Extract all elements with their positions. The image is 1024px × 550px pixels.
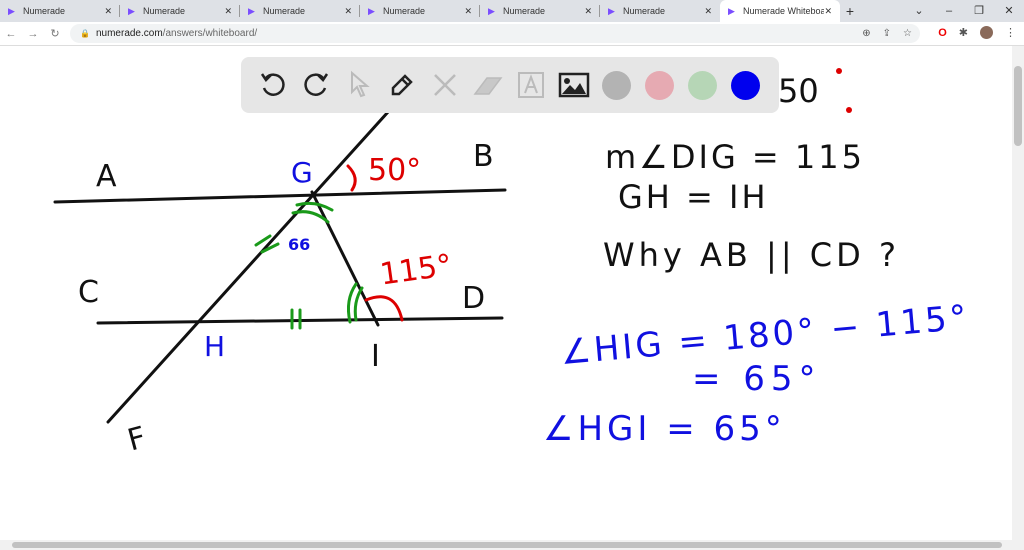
given-angle-egb: 50 [778, 72, 819, 110]
numerade-logo-icon: ▶ [728, 5, 735, 16]
given-angle-dig: m∠DIG = 115 [605, 138, 865, 176]
whiteboard-toolbar [241, 57, 779, 113]
label-66: 66 [288, 235, 310, 254]
pen-button[interactable] [380, 65, 423, 105]
tab[interactable]: ▶ Numerade ✕ [600, 0, 720, 22]
minimize-button[interactable]: – [934, 0, 964, 22]
select-button[interactable] [337, 65, 380, 105]
label-b: B [473, 139, 494, 174]
pen-icon [391, 74, 413, 96]
close-tab-icon[interactable]: ✕ [224, 6, 232, 17]
work-line-3: ∠HGI = 65° [543, 409, 786, 449]
label-c: C [78, 275, 99, 310]
label-d: D [462, 281, 485, 316]
numerade-logo-icon: ▶ [488, 5, 495, 16]
undo-button[interactable] [251, 65, 294, 105]
numerade-logo-icon: ▶ [248, 5, 255, 16]
angle-arc-i2 [353, 286, 364, 322]
numerade-logo-icon: ▶ [128, 5, 135, 16]
close-tab-icon[interactable]: ✕ [584, 6, 592, 17]
image-button[interactable] [552, 65, 595, 105]
text-button[interactable] [509, 65, 552, 105]
tab[interactable]: ▶ Numerade ✕ [480, 0, 600, 22]
tools-button[interactable] [423, 65, 466, 105]
tab-search-icon[interactable]: ⌄ [904, 0, 934, 22]
transversal-line [106, 110, 390, 424]
extensions-puzzle-icon[interactable]: ✱ [959, 26, 968, 39]
share-icon[interactable]: ⇪ [883, 28, 891, 39]
url-input[interactable]: 🔒 numerade.com/answers/whiteboard/ ⊕ ⇪ ☆ [70, 24, 920, 43]
label-50: 50° [368, 153, 421, 188]
given-gh-ih: GH = IH [618, 178, 769, 216]
color-gray-swatch[interactable] [602, 70, 631, 100]
label-i: I [371, 339, 380, 374]
line-ab [53, 188, 507, 204]
label-115: 115° [378, 248, 454, 293]
tab-active[interactable]: ▶Numerade Whiteboard✕ [720, 0, 840, 22]
label-a: A [96, 159, 117, 194]
tab[interactable]: ▶ Numerade ✕ [360, 0, 480, 22]
tab[interactable]: ▶ Numerade ✕ [0, 0, 120, 22]
profile-avatar[interactable] [980, 26, 993, 39]
color-pink-swatch[interactable] [645, 70, 674, 100]
close-tab-icon[interactable]: ✕ [464, 6, 472, 17]
whiteboard-canvas[interactable]: A B C D F I G H 66 50° 115° 50 m∠DIG = 1… [0, 46, 1012, 540]
label-g: G [291, 156, 313, 189]
label-f: F [124, 420, 150, 458]
horizontal-scrollbar[interactable] [0, 540, 1024, 550]
undo-icon [260, 73, 285, 96]
reload-button[interactable]: ↻ [44, 27, 66, 40]
close-tab-icon[interactable]: ✕ [344, 6, 352, 17]
eraser-button[interactable] [466, 65, 509, 105]
degree-dot [846, 107, 852, 113]
tab[interactable]: ▶ Numerade ✕ [240, 0, 360, 22]
vertical-scrollbar[interactable] [1012, 46, 1024, 540]
opera-extension-icon[interactable]: O [938, 27, 947, 39]
scrollbar-thumb[interactable] [12, 542, 1002, 548]
numerade-logo-icon: ▶ [608, 5, 615, 16]
segment-gi [310, 190, 380, 327]
numerade-logo-icon: ▶ [8, 5, 15, 16]
close-tab-icon[interactable]: ✕ [824, 6, 832, 17]
redo-icon [303, 73, 328, 96]
angle-arc-50 [346, 164, 357, 192]
close-window-button[interactable]: ✕ [994, 0, 1024, 22]
scrollbar-thumb[interactable] [1014, 66, 1022, 146]
tools-icon [433, 74, 456, 96]
lock-icon: 🔒 [80, 29, 90, 38]
question-text: Why AB || CD ? [603, 236, 900, 274]
color-blue-swatch[interactable] [731, 70, 760, 100]
close-tab-icon[interactable]: ✕ [704, 6, 712, 17]
new-tab-button[interactable]: + [840, 0, 860, 22]
close-tab-icon[interactable]: ✕ [104, 6, 112, 17]
maximize-button[interactable]: ❐ [964, 0, 994, 22]
bookmark-star-icon[interactable]: ☆ [903, 28, 912, 39]
menu-kebab-icon[interactable]: ⋮ [1005, 26, 1016, 39]
back-button[interactable]: ← [0, 28, 22, 40]
text-icon [517, 72, 544, 98]
address-bar-row: ← → ↻ 🔒 numerade.com/answers/whiteboard/… [0, 22, 1024, 46]
forward-button[interactable]: → [22, 28, 44, 40]
eraser-icon [473, 77, 502, 95]
degree-dot [836, 68, 842, 74]
tab-bar: ▶ Numerade ✕ ▶ Numerade ✕ ▶ Numerade ✕ ▶ Numera… [0, 0, 1024, 22]
color-green-swatch[interactable] [688, 70, 717, 100]
redo-button[interactable] [294, 65, 337, 105]
image-icon [558, 72, 589, 98]
numerade-logo-icon: ▶ [368, 5, 375, 16]
tab[interactable]: ▶ Numerade ✕ [120, 0, 240, 22]
pointer-icon [350, 70, 370, 98]
zoom-icon[interactable]: ⊕ [862, 28, 870, 39]
work-line-2: = 65° [692, 359, 822, 399]
label-h: H [204, 330, 225, 363]
